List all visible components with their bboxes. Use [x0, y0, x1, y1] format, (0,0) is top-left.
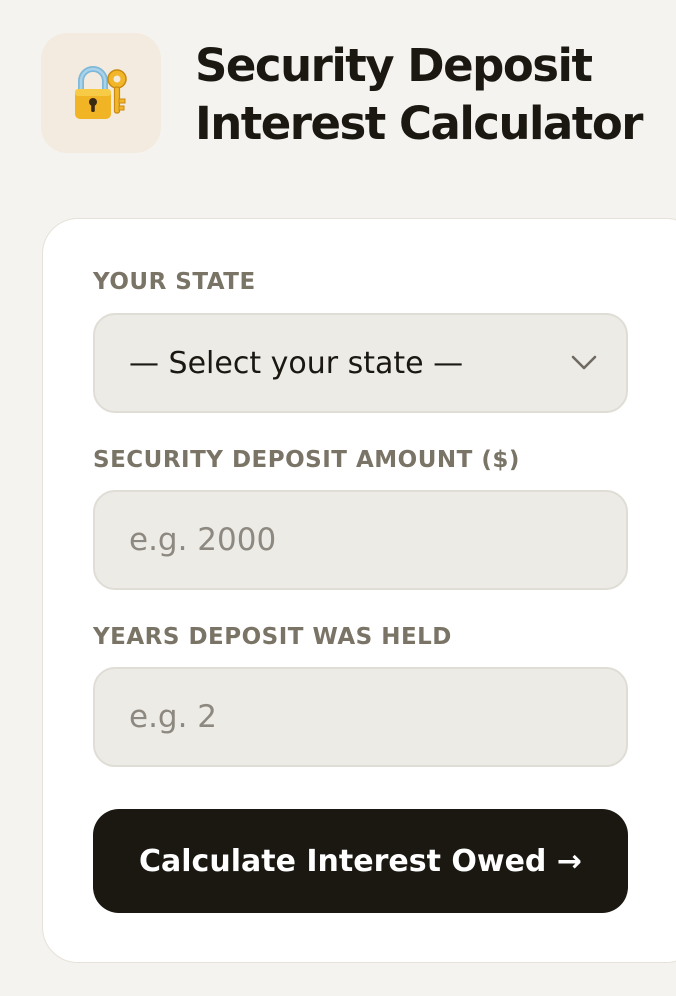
state-select[interactable]: — Select your state —: [93, 313, 628, 413]
header: Security Deposit Interest Calculator: [41, 33, 675, 153]
calculator-page: Security Deposit Interest Calculator YOU…: [0, 0, 676, 996]
amount-label: SECURITY DEPOSIT AMOUNT ($): [93, 447, 520, 473]
lock-with-key-icon: [75, 66, 127, 119]
calculate-button[interactable]: Calculate Interest Owed →: [93, 809, 628, 913]
years-input-placeholder: e.g. 2: [129, 699, 218, 735]
state-label: YOUR STATE: [93, 269, 256, 295]
chevron-down-icon: [570, 349, 598, 377]
amount-input-placeholder: e.g. 2000: [129, 522, 277, 558]
years-label: YEARS DEPOSIT WAS HELD: [93, 624, 452, 650]
amount-input[interactable]: e.g. 2000: [93, 490, 628, 590]
state-select-value: — Select your state —: [129, 345, 464, 381]
app-icon-tile: [41, 33, 161, 153]
page-title: Security Deposit Interest Calculator: [195, 39, 643, 150]
calculator-card: YOUR STATE — Select your state — SECURIT…: [42, 218, 676, 963]
years-input[interactable]: e.g. 2: [93, 667, 628, 767]
